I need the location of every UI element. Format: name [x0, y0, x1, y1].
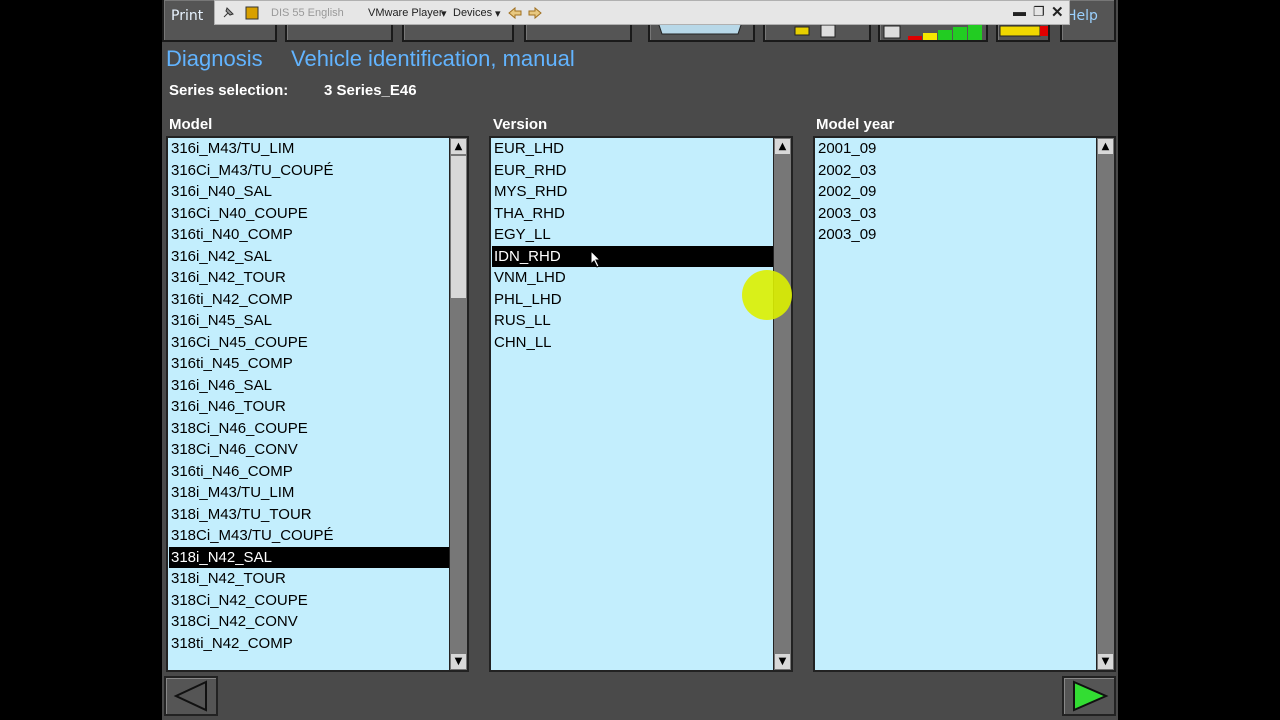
list-item[interactable]: 316i_M43/TU_LIM [169, 138, 449, 160]
list-item[interactable]: 318Ci_M43/TU_COUPÉ [169, 525, 449, 547]
forward-button[interactable] [1062, 676, 1116, 716]
version-list: EUR_LHD EUR_RHD MYS_RHD THA_RHD EGY_LL IDN_RH… [492, 138, 773, 353]
vm-app-icon [245, 6, 259, 20]
cursor-highlight [742, 270, 792, 320]
version-header: Version [493, 116, 548, 133]
list-item[interactable]: PHL_LHD [492, 289, 773, 311]
list-item[interactable]: 318ti_N42_COMP [169, 633, 449, 655]
list-item[interactable]: IDN_RHD [492, 245, 773, 267]
list-item[interactable]: 2002_09 [816, 181, 1096, 203]
list-item[interactable]: THA_RHD [492, 203, 773, 225]
list-item[interactable]: 318Ci_N42_COUPE [169, 590, 449, 612]
restore-icon[interactable]: ❐ [1033, 4, 1045, 20]
list-item[interactable]: 316ti_N40_COMP [169, 224, 449, 246]
list-item[interactable]: 316Ci_M43/TU_COUPÉ [169, 160, 449, 182]
scroll-up-icon[interactable]: ▲ [1098, 139, 1113, 154]
list-item[interactable]: VNM_LHD [492, 267, 773, 289]
back-arrow-icon [173, 680, 207, 712]
list-item[interactable]: 316ti_N45_COMP [169, 353, 449, 375]
model-scrollbar[interactable]: ▲ ▼ [449, 138, 467, 670]
list-item[interactable]: 316Ci_N45_COUPE [169, 332, 449, 354]
print-label: Print [171, 8, 204, 24]
model-year-header: Model year [816, 116, 895, 133]
page-title: Vehicle identification, manual [291, 46, 575, 71]
scroll-thumb[interactable] [451, 156, 466, 298]
pin-icon[interactable] [221, 6, 235, 20]
list-item[interactable]: 318i_M43/TU_TOUR [169, 504, 449, 526]
list-item[interactable]: 318i_N42_SAL [169, 546, 449, 568]
list-item[interactable]: 318Ci_N46_CONV [169, 439, 449, 461]
model-year-scrollbar[interactable]: ▲ ▼ [1096, 138, 1114, 670]
forward-arrow-icon [1073, 680, 1109, 712]
list-item[interactable]: 2003_03 [816, 203, 1096, 225]
devices-menu[interactable]: Devices [453, 7, 492, 19]
vmware-toolbar: DIS 55 English VMware Player ▾ Devices ▾… [214, 0, 1070, 25]
model-listbox[interactable]: 316i_M43/TU_LIM 316Ci_M43/TU_COUPÉ 316i_N4… [166, 136, 469, 672]
list-item[interactable]: 316Ci_N40_COUPE [169, 203, 449, 225]
section-title: Diagnosis [166, 46, 263, 71]
model-year-list: 2001_09 2002_03 2002_09 2003_03 2003_09 [816, 138, 1096, 246]
list-item[interactable]: EUR_RHD [492, 160, 773, 182]
list-item[interactable]: MYS_RHD [492, 181, 773, 203]
list-item[interactable]: 2002_03 [816, 160, 1096, 182]
list-item[interactable]: RUS_LL [492, 310, 773, 332]
list-item[interactable]: CHN_LL [492, 332, 773, 354]
scroll-up-icon[interactable]: ▲ [451, 139, 466, 154]
vmware-menu-caret-icon: ▾ [441, 8, 447, 20]
devices-caret-icon: ▾ [495, 8, 501, 20]
list-item[interactable]: 316i_N40_SAL [169, 181, 449, 203]
scroll-down-icon[interactable]: ▼ [451, 654, 466, 669]
close-icon[interactable]: ✕ [1051, 3, 1064, 21]
dis-screen: Print Help Diagnosis Vehicle identificat… [162, 0, 1118, 720]
list-item[interactable]: 316ti_N42_COMP [169, 289, 449, 311]
model-header: Model [169, 116, 213, 133]
series-label: Series selection: [169, 82, 289, 99]
list-item[interactable]: 316i_N46_SAL [169, 375, 449, 397]
list-item[interactable]: 318Ci_N46_COUPE [169, 418, 449, 440]
scroll-up-icon[interactable]: ▲ [775, 139, 790, 154]
scroll-down-icon[interactable]: ▼ [1098, 654, 1113, 669]
list-item[interactable]: EUR_LHD [492, 138, 773, 160]
list-item[interactable]: 316i_N42_SAL [169, 246, 449, 268]
scroll-down-icon[interactable]: ▼ [775, 654, 790, 669]
minimize-icon[interactable]: ▬ [1013, 4, 1026, 19]
series-value: 3 Series_E46 [324, 82, 417, 99]
list-item[interactable]: 316ti_N46_COMP [169, 461, 449, 483]
version-listbox[interactable]: EUR_LHD EUR_RHD MYS_RHD THA_RHD EGY_LL IDN_RH… [489, 136, 793, 672]
send-ctrl-alt-del-icon[interactable] [507, 6, 543, 20]
mouse-pointer-icon [590, 250, 602, 268]
vm-name: DIS 55 English [271, 7, 344, 19]
list-item[interactable]: 2003_09 [816, 224, 1096, 246]
model-list: 316i_M43/TU_LIM 316Ci_M43/TU_COUPÉ 316i_N4… [169, 138, 449, 654]
list-item[interactable]: 316i_N46_TOUR [169, 396, 449, 418]
vmware-player-menu[interactable]: VMware Player [368, 7, 443, 19]
list-item[interactable]: 316i_N42_TOUR [169, 267, 449, 289]
list-item[interactable]: 318i_N42_TOUR [169, 568, 449, 590]
version-scrollbar[interactable]: ▲ ▼ [773, 138, 791, 670]
list-item[interactable]: 318i_M43/TU_LIM [169, 482, 449, 504]
help-label: Help [1066, 8, 1098, 24]
back-button[interactable] [164, 676, 218, 716]
list-item[interactable]: 318Ci_N42_CONV [169, 611, 449, 633]
list-item[interactable]: 2001_09 [816, 138, 1096, 160]
list-item[interactable]: EGY_LL [492, 224, 773, 246]
list-item[interactable]: 316i_N45_SAL [169, 310, 449, 332]
model-year-listbox[interactable]: 2001_09 2002_03 2002_09 2003_03 2003_09 ▲ ▼ [813, 136, 1116, 672]
